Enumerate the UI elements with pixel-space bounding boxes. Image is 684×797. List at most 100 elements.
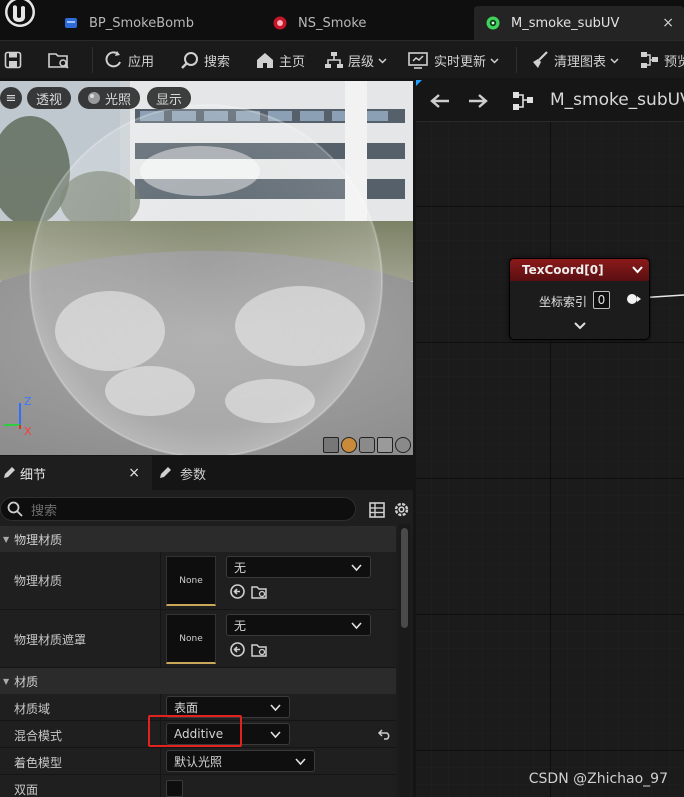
thumbnail-text: None — [179, 575, 203, 586]
tab-bp-smokebomb[interactable]: BP_SmokeBomb — [56, 6, 252, 40]
node-collapse-chevron-icon[interactable] — [632, 265, 643, 274]
table-view-icon[interactable] — [369, 502, 385, 518]
tab-label: NS_Smoke — [298, 15, 367, 31]
combo-value: 无 — [234, 560, 247, 575]
section-physical-material[interactable]: ▼ 物理材质 — [0, 526, 396, 552]
perspective-button[interactable]: 透视 — [27, 87, 72, 109]
details-scrollbar[interactable] — [399, 524, 410, 797]
blend-label: 混合模式 — [14, 729, 63, 743]
use-selected-arrow-icon[interactable] — [230, 584, 245, 599]
details-tab-bar: 细节 × 参数 — [0, 456, 413, 490]
preview-viewport[interactable]: ≡ 透视 光照 显示 Z X — [0, 81, 413, 455]
reset-to-default-icon[interactable] — [378, 728, 392, 740]
texcoord-node[interactable]: TexCoord[0] 坐标索引 0 — [509, 258, 650, 340]
collapse-arrow-icon: ▼ — [3, 676, 10, 686]
save-button[interactable] — [4, 41, 26, 79]
home-label: 主页 — [279, 54, 306, 70]
main-toolbar: 应用 搜索 主页 层级 实时更新 清理图表 预览 — [0, 40, 684, 78]
scrollbar-thumb[interactable] — [401, 528, 408, 628]
axis-z-label: Z — [24, 395, 32, 408]
section-label: 材质 — [14, 674, 39, 689]
preview-button[interactable]: 预览 — [640, 41, 684, 79]
live-update-button[interactable]: 实时更新 — [408, 41, 503, 79]
apply-button[interactable]: 应用 — [104, 41, 154, 79]
phys-mask-thumbnail[interactable]: None — [166, 614, 216, 664]
lit-mode-button[interactable]: 光照 — [78, 87, 141, 109]
blueprint-icon — [65, 18, 77, 28]
tab-params-label: 参数 — [180, 467, 207, 483]
unreal-logo-icon[interactable] — [2, 0, 38, 36]
folder-search-icon — [48, 53, 69, 69]
cube-shape-icon[interactable] — [377, 437, 393, 453]
pencil-icon — [4, 467, 15, 478]
node-title: TexCoord[0] — [522, 263, 604, 277]
phys-mat-thumbnail[interactable]: None — [166, 556, 216, 606]
forward-arrow-icon[interactable] — [468, 93, 488, 109]
close-tab-button[interactable]: × — [662, 15, 674, 31]
parameters-pencil-icon — [160, 467, 171, 478]
teapot-shape-icon[interactable] — [395, 437, 411, 453]
combo-value: 默认光照 — [174, 754, 223, 769]
apply-label: 应用 — [128, 54, 155, 70]
tab-ns-smoke[interactable]: NS_Smoke — [263, 6, 463, 40]
clean-graph-button[interactable]: 清理图表 — [530, 41, 623, 79]
chevron-down-icon — [270, 704, 281, 712]
combo-value: 无 — [234, 618, 247, 633]
property-row-two-sided: 双面 — [0, 775, 396, 797]
details-panel: 细节 × 参数 搜索 ▼ 物理材质 物理材质 None 无 物理材质遮罩 Non… — [0, 456, 413, 797]
tab-label: BP_SmokeBomb — [89, 15, 194, 31]
details-search-input[interactable]: 搜索 — [0, 497, 356, 521]
section-label: 物理材质 — [14, 532, 63, 547]
axis-gizmo — [4, 403, 21, 429]
tab-m-smoke-subuv[interactable]: M_smoke_subUV × — [474, 6, 684, 40]
output-pin-icon[interactable] — [626, 293, 642, 305]
viewport-scene-image — [0, 81, 413, 455]
home-button[interactable]: 主页 — [255, 41, 305, 79]
search-button[interactable]: 搜索 — [180, 41, 230, 79]
sphere-shape-icon[interactable] — [341, 437, 357, 453]
browse-button[interactable] — [48, 41, 74, 79]
plane-shape-icon[interactable] — [359, 437, 375, 453]
graph-breadcrumb-bar: M_smoke_subUV — [416, 80, 684, 122]
show-button[interactable]: 显示 — [147, 87, 192, 109]
material-editor-window: BP_SmokeBomb NS_Smoke M_smoke_subUV × 应用… — [0, 0, 684, 797]
phys-mask-actions — [230, 642, 268, 657]
viewport-menu-button[interactable]: ≡ — [0, 87, 22, 109]
close-details-button[interactable]: × — [128, 465, 140, 481]
back-arrow-icon[interactable] — [430, 93, 450, 109]
twosided-label: 双面 — [14, 783, 39, 797]
material-graph-panel[interactable]: M_smoke_subUV TexCoord[0] 坐标索引 0 — [416, 80, 684, 797]
use-selected-arrow-icon[interactable] — [230, 642, 245, 657]
corner-accent — [416, 80, 422, 86]
details-search-row: 搜索 — [0, 490, 413, 530]
axis-x-label: X — [24, 425, 32, 438]
search-placeholder: 搜索 — [31, 503, 58, 519]
pin-label: 坐标索引 — [539, 295, 588, 309]
cylinder-shape-icon[interactable] — [323, 437, 339, 453]
save-icon — [4, 51, 22, 69]
preview-node-icon — [641, 52, 658, 68]
chevron-down-icon — [351, 564, 362, 572]
coordinate-index-input[interactable]: 0 — [593, 291, 610, 309]
expand-node-chevron-icon[interactable] — [574, 321, 586, 330]
hierarchy-label: 层级 — [348, 54, 375, 70]
phys-mat-asset-picker[interactable]: 无 — [226, 556, 371, 578]
graph-node-icon — [513, 92, 533, 110]
chevron-down-icon — [270, 731, 281, 739]
shading-model-dropdown[interactable]: 默认光照 — [166, 750, 315, 772]
browse-folder-icon[interactable] — [251, 584, 268, 599]
settings-gear-icon[interactable] — [393, 501, 410, 518]
material-icon — [486, 16, 500, 30]
hierarchy-button[interactable]: 层级 — [324, 41, 391, 79]
chevron-down-icon — [610, 57, 619, 64]
tab-details[interactable]: 细节 × — [0, 456, 152, 490]
two-sided-checkbox[interactable] — [166, 780, 183, 797]
browse-folder-icon[interactable] — [251, 642, 268, 657]
tab-parameters[interactable]: 参数 — [158, 456, 278, 490]
search-label: 搜索 — [204, 54, 231, 70]
node-header[interactable]: TexCoord[0] — [510, 259, 649, 281]
chevron-down-icon — [490, 57, 499, 64]
section-material[interactable]: ▼ 材质 — [0, 668, 396, 694]
phys-mask-asset-picker[interactable]: 无 — [226, 614, 371, 636]
graph-grid-background — [416, 80, 684, 797]
